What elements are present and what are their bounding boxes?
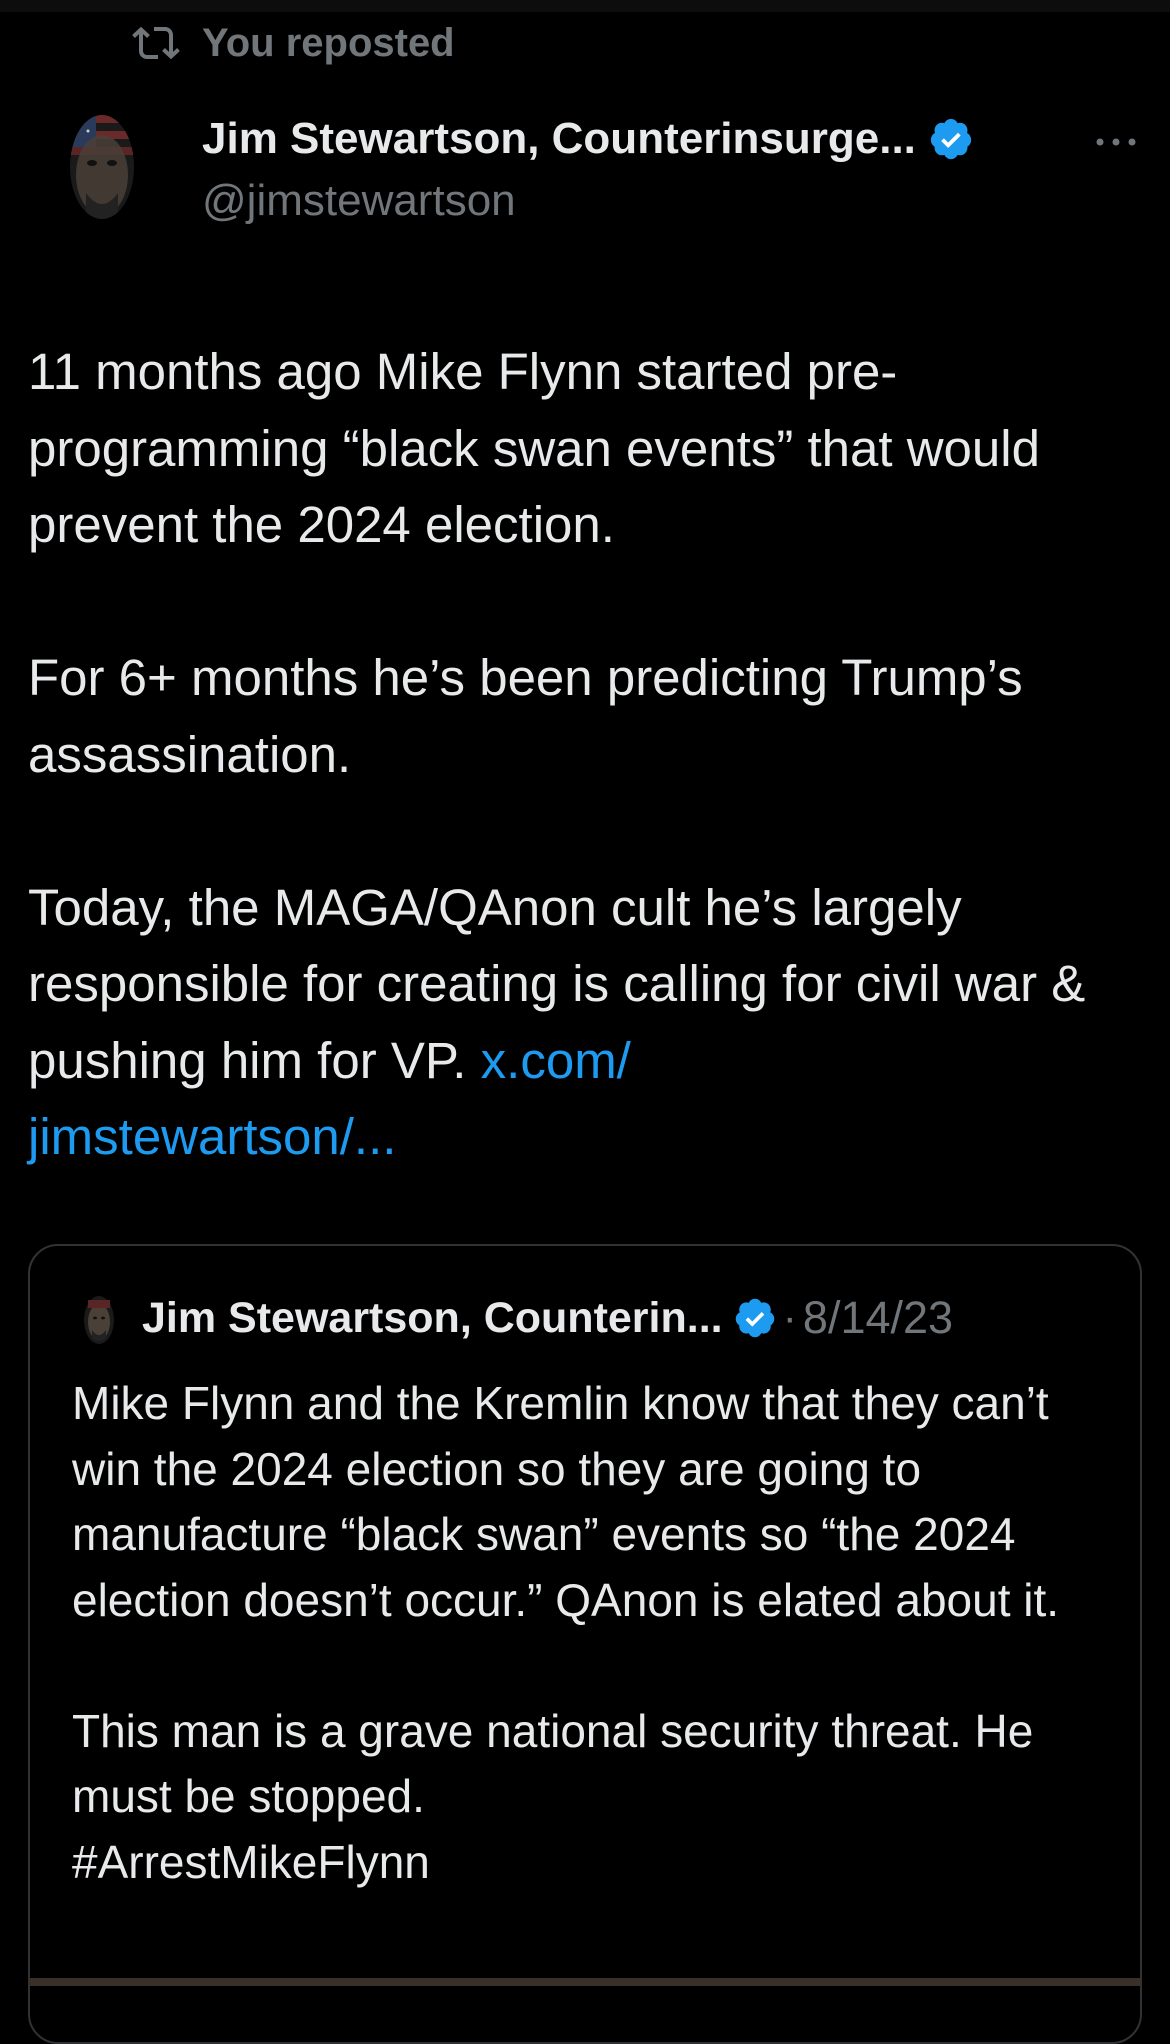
tweet-paragraph: For 6+ months he’s been predicting Trump… — [28, 649, 1023, 783]
verified-badge-icon — [735, 1298, 774, 1338]
quoted-author-name[interactable]: Jim Stewartson, Counterin... — [142, 1294, 723, 1343]
author-name-line[interactable]: Jim Stewartson, Counterinsurge... — [202, 108, 974, 170]
verified-badge-icon — [930, 118, 972, 160]
author-avatar[interactable] — [60, 105, 144, 235]
quoted-paragraph: Mike Flynn and the Kremlin know that the… — [72, 1377, 1060, 1626]
quoted-tweet-header: Jim Stewartson, Counterin... · 8/14/23 — [142, 1288, 953, 1348]
repost-indicator[interactable]: You reposted — [132, 18, 455, 68]
quoted-tweet-date[interactable]: 8/14/23 — [803, 1292, 953, 1344]
tweet-paragraph: Today, the MAGA/QAnon cult he’s largely … — [28, 870, 1138, 1176]
repost-icon — [132, 26, 180, 60]
top-strip — [0, 0, 1170, 12]
quoted-media-edge — [28, 1978, 1142, 1986]
more-dots-icon[interactable] — [1092, 118, 1140, 166]
repost-label: You reposted — [202, 20, 455, 65]
tweet-paragraph: 11 months ago Mike Flynn started pre-pro… — [28, 343, 1040, 553]
date-separator: · — [782, 1293, 797, 1342]
author-display-name[interactable]: Jim Stewartson, Counterinsurge... — [202, 114, 916, 164]
tweet-text: 11 months ago Mike Flynn started pre-pro… — [28, 334, 1138, 1176]
author-handle[interactable]: @jimstewartson — [202, 176, 516, 226]
quoted-tweet-text: Mike Flynn and the Kremlin know that the… — [72, 1371, 1112, 1895]
quoted-paragraph: This man is a grave national security th… — [72, 1704, 1034, 1888]
quoted-author-avatar — [84, 1296, 114, 1344]
